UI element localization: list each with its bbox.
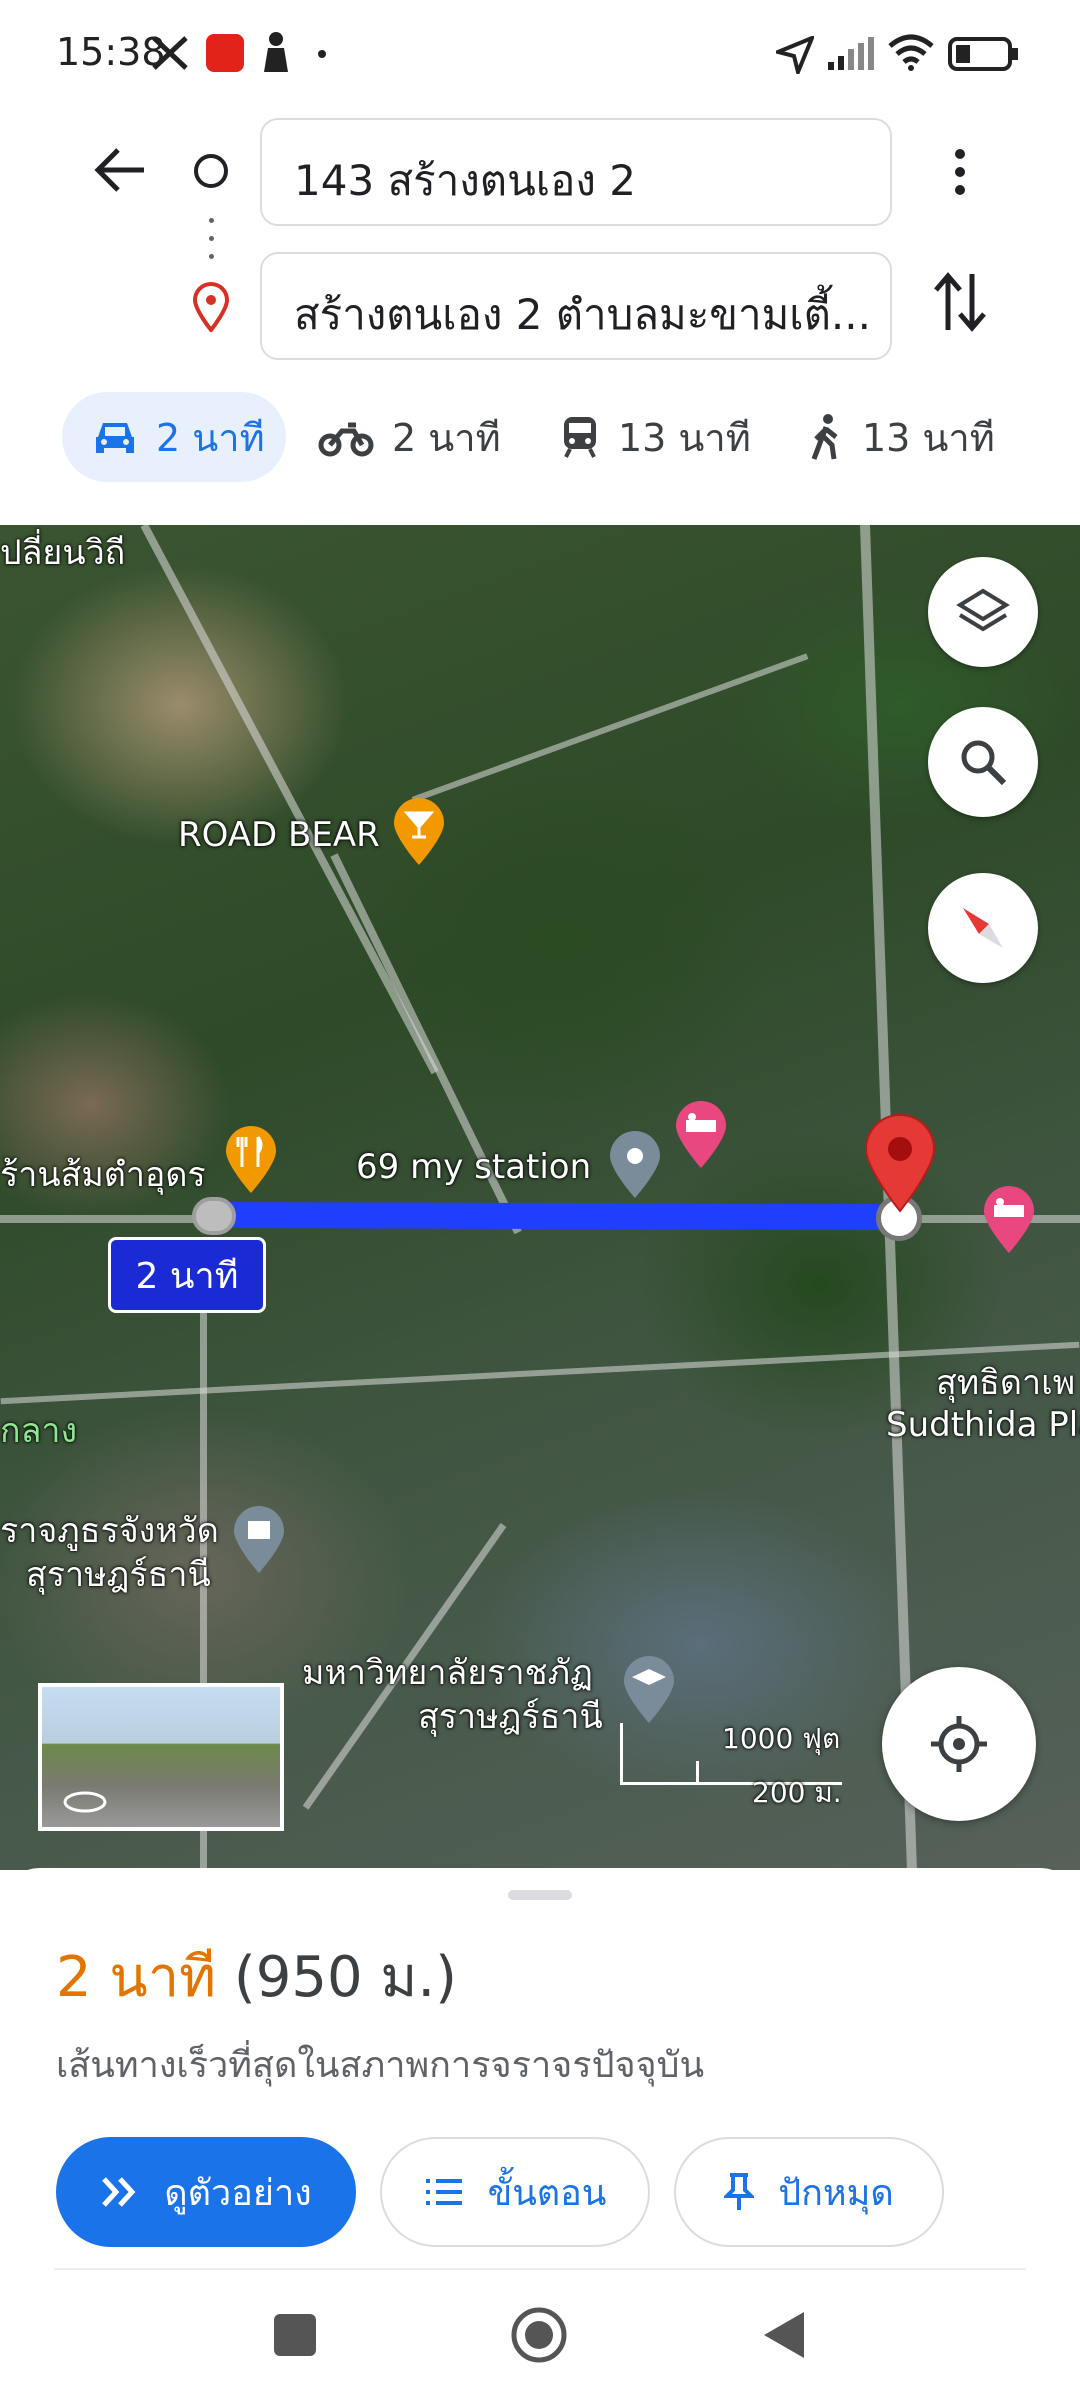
- map-label: สุทธิดาเพ: [936, 1363, 1076, 1403]
- mode-walk-tab[interactable]: 13 นาที: [808, 392, 1018, 482]
- map-label: สุราษฎร์ธานี: [418, 1697, 603, 1737]
- destination-pin-icon: [192, 282, 230, 332]
- scale-meter-label: 200 ม.: [752, 1776, 842, 1809]
- map-label: Sudthida Pla: [886, 1405, 1080, 1445]
- steps-button[interactable]: ขั้นตอน: [380, 2137, 650, 2247]
- search-map-button[interactable]: [928, 707, 1038, 817]
- map-scale-tick: [696, 1761, 699, 1785]
- bar-poi-icon[interactable]: [392, 797, 446, 867]
- mode-transit-tab[interactable]: 13 นาที: [560, 392, 760, 482]
- wifi-icon: [888, 34, 934, 71]
- car-icon: [96, 423, 134, 453]
- map-label: ปลี่ยนวิถี: [0, 533, 126, 573]
- destination-field[interactable]: สร้างตนเอง 2 ตำบลมะขามเตี้...: [260, 252, 892, 360]
- signal-icon: [828, 37, 874, 70]
- route-time: 2 นาที: [56, 1945, 217, 2010]
- route-time-badge[interactable]: 2 นาที: [108, 1237, 266, 1313]
- map-label: 69 my station: [356, 1147, 592, 1187]
- route-start-marker: [192, 1197, 236, 1235]
- rotate-360-icon: [63, 1791, 107, 1813]
- route-distance: (950 ม.): [233, 1945, 457, 2010]
- x-icon: [152, 36, 188, 70]
- mode-transit-label: 13 นาที: [618, 415, 751, 460]
- hotel-poi-icon[interactable]: [674, 1100, 728, 1170]
- route-dot: [209, 236, 214, 241]
- destination-map-pin-icon[interactable]: [862, 1113, 938, 1213]
- compass-icon: [963, 908, 1003, 948]
- train-icon: [564, 417, 596, 458]
- gas-station-poi-icon[interactable]: [608, 1130, 662, 1200]
- map-label: ร้านส้มตำอุดร: [0, 1155, 206, 1195]
- search-icon: [961, 740, 1007, 786]
- map-label: กลาง: [0, 1411, 78, 1451]
- screen: 15:38 143 สร้างตนเอง 2 สร้างตนเอง 2 ตำบล…: [0, 0, 1080, 2400]
- preview-label: ดูตัวอย่าง: [164, 2172, 312, 2214]
- hotel-poi-icon[interactable]: [982, 1185, 1036, 1255]
- mode-motorcycle-tab[interactable]: 2 นาที: [318, 392, 508, 482]
- street-view-thumbnail[interactable]: [38, 1683, 284, 1831]
- route-dot: [209, 254, 214, 259]
- restaurant-poi-icon[interactable]: [224, 1125, 278, 1195]
- scale-feet-label: 1000 ฟุต: [722, 1722, 841, 1755]
- compass-button[interactable]: [928, 873, 1038, 983]
- layers-button[interactable]: [928, 557, 1038, 667]
- location-arrow-icon: [776, 36, 814, 74]
- sheet-drag-handle[interactable]: [508, 1890, 572, 1900]
- my-location-icon: [931, 1716, 987, 1772]
- motorcycle-icon: [318, 422, 374, 457]
- mode-motorcycle-label: 2 นาที: [392, 415, 501, 460]
- person-icon: [264, 32, 288, 72]
- swap-icon[interactable]: [932, 272, 988, 332]
- pin-label: ปักหมุด: [778, 2172, 894, 2214]
- route-summary-title: 2 นาที (950 ม.): [56, 1932, 457, 2021]
- preview-button[interactable]: ดูตัวอย่าง: [56, 2137, 356, 2247]
- map-label: สุราษฎร์ธานี: [26, 1555, 211, 1595]
- origin-field[interactable]: 143 สร้างตนเอง 2: [260, 118, 892, 226]
- route-note: เส้นทางเร็วที่สุดในสภาพการจราจรปัจจุบัน: [56, 2045, 705, 2086]
- map-view[interactable]: 2 นาที ปลี่ยนวิถี ROAD BEAR ร้านส้มตำอุด…: [0, 525, 1080, 1870]
- list-icon: [425, 2179, 462, 2205]
- layers-icon: [956, 588, 1010, 632]
- mode-walk-label: 13 นาที: [862, 415, 995, 460]
- status-time: 15:38: [56, 30, 166, 74]
- government-poi-icon[interactable]: [232, 1505, 286, 1575]
- double-chevron-icon: [102, 2177, 136, 2207]
- map-label: ROAD BEAR: [178, 815, 380, 855]
- recents-icon[interactable]: [274, 2314, 316, 2356]
- pushpin-icon: [724, 2173, 755, 2210]
- lazada-icon: [206, 34, 244, 72]
- battery-icon: [948, 37, 1018, 71]
- origin-circle-icon: [194, 154, 228, 188]
- walk-icon: [811, 414, 838, 460]
- dot-icon: [318, 50, 326, 58]
- pin-button[interactable]: ปักหมุด: [674, 2137, 944, 2247]
- steps-label: ขั้นตอน: [487, 2172, 607, 2214]
- back-icon[interactable]: [760, 2310, 806, 2360]
- mode-car-label: 2 นาที: [156, 415, 265, 460]
- mode-car-tab[interactable]: 2 นาที: [62, 392, 286, 482]
- more-options-icon[interactable]: [944, 146, 976, 198]
- home-icon[interactable]: [510, 2306, 568, 2364]
- back-arrow-icon[interactable]: [94, 146, 148, 194]
- route-dot: [209, 218, 214, 223]
- university-poi-icon[interactable]: [622, 1655, 676, 1725]
- divider: [54, 2268, 1026, 2270]
- my-location-button[interactable]: [882, 1667, 1036, 1821]
